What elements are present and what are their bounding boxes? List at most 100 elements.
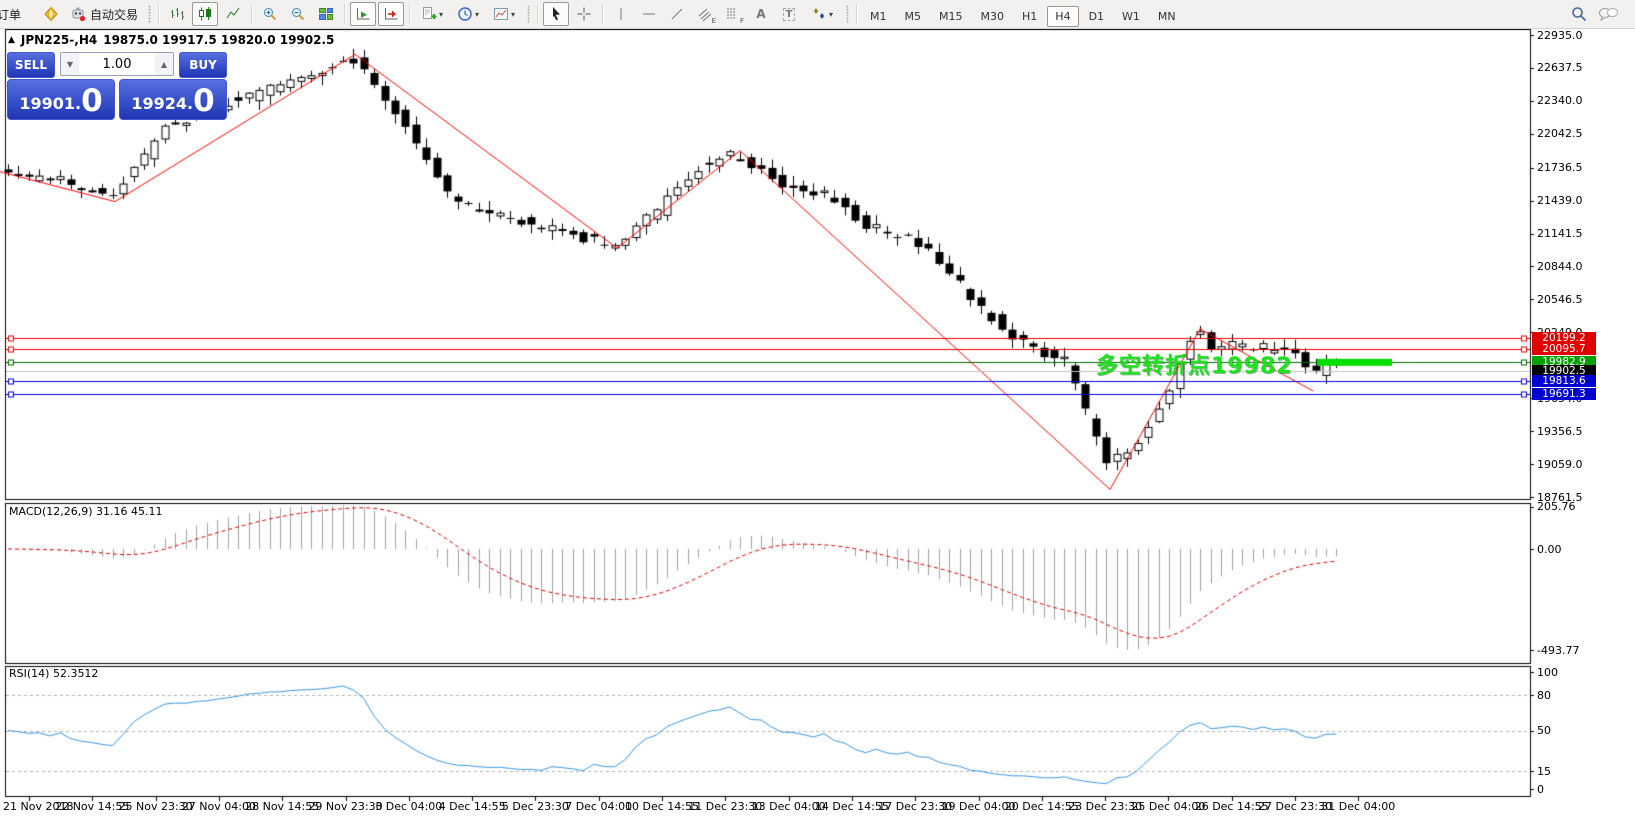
price-tick-label: 22042.5 <box>1537 127 1583 140</box>
rsi-tick-label: 15 <box>1537 765 1551 778</box>
chart-shift-icon[interactable] <box>378 2 404 26</box>
crosshair-icon[interactable] <box>571 2 597 26</box>
caret-down-icon: ▾ <box>829 10 833 19</box>
sell-price: 19901 <box>19 91 75 117</box>
chart-text-annotation[interactable]: 多空转折点19982 <box>1096 348 1293 380</box>
volume-value[interactable]: 1.00 <box>79 53 155 75</box>
price-tick-label: 20546.5 <box>1537 293 1583 306</box>
tile-windows-icon[interactable] <box>313 2 339 26</box>
timeframe-h4[interactable]: H4 <box>1047 6 1078 27</box>
rsi-tick-label: 0 <box>1537 783 1544 796</box>
date-tick-label: 31 Dec 04:00 <box>1321 800 1395 813</box>
equidistant-channel-tool-icon[interactable]: E <box>692 2 718 26</box>
label-tool-icon[interactable]: T <box>776 2 802 26</box>
price-tick-label: 19356.5 <box>1537 425 1583 438</box>
horizontal-line-tool-icon[interactable] <box>636 2 662 26</box>
chat-icon[interactable] <box>1594 2 1624 26</box>
timeframe-m15[interactable]: M15 <box>931 6 971 27</box>
chart-canvas[interactable] <box>0 0 1635 816</box>
main-toolbar: 订单 自动交易 ▾ ▾ ▾ E F A T ▾ M1M5M15M30H1H4D1… <box>0 0 1635 29</box>
text-tool-label: A <box>756 7 765 21</box>
timeframe-w1[interactable]: W1 <box>1114 6 1148 27</box>
ohlc-values: 19875.0 19917.5 19820.0 19902.5 <box>103 33 334 47</box>
chart-window-title: ▲ JPN225-,H4 19875.0 19917.5 19820.0 199… <box>8 33 334 47</box>
toolbar-separator <box>409 4 410 24</box>
arrows-tool-button[interactable]: ▾ <box>804 2 840 26</box>
price-tick-label: 21439.0 <box>1537 194 1583 207</box>
volume-increase-button[interactable]: ▲ <box>155 53 173 75</box>
toolbar-separator <box>344 4 345 24</box>
price-level-tag: 19813.6 <box>1532 375 1596 387</box>
cursor-icon[interactable] <box>543 2 569 26</box>
price-tick-label: 22935.0 <box>1537 29 1583 42</box>
buy-price-button[interactable]: 19924.0 <box>119 79 227 120</box>
buy-price: 19924 <box>131 91 187 117</box>
buy-button[interactable]: BUY <box>179 52 227 78</box>
bar-chart-icon[interactable] <box>164 2 190 26</box>
favorites-gem-icon[interactable] <box>38 2 64 26</box>
toolbar-grip <box>148 5 151 23</box>
date-tick-label: 4 Dec 14:55 <box>439 800 506 813</box>
toolbar-separator <box>537 4 538 24</box>
rsi-tick-label: 100 <box>1537 666 1558 679</box>
indicators-doc-icon <box>421 6 437 22</box>
macd-tick-label: 205.76 <box>1537 500 1576 513</box>
auto-scroll-icon[interactable] <box>350 2 376 26</box>
vertical-line-tool-icon[interactable] <box>608 2 634 26</box>
fibo-sub-label: F <box>740 17 744 25</box>
toolbar-grip <box>846 5 849 23</box>
indicators-button[interactable]: ▾ <box>415 2 449 26</box>
rsi-tick-label: 80 <box>1537 689 1551 702</box>
volume-stepper: ▼ 1.00 ▲ <box>60 52 174 76</box>
price-tick-label: 22637.5 <box>1537 61 1583 74</box>
timeframe-mn[interactable]: MN <box>1150 6 1184 27</box>
clock-icon <box>457 6 473 22</box>
timeframe-m30[interactable]: M30 <box>973 6 1013 27</box>
buy-price-big-digit: 0 <box>193 86 215 117</box>
search-icon[interactable] <box>1566 2 1592 26</box>
autotrading-button[interactable]: 自动交易 <box>65 2 143 26</box>
timeframe-d1[interactable]: D1 <box>1081 6 1112 27</box>
text-tool-icon[interactable]: A <box>748 2 774 26</box>
macd-tick-label: -493.77 <box>1537 644 1579 657</box>
price-tick-label: 21736.5 <box>1537 161 1583 174</box>
toolbar-grip <box>527 5 530 23</box>
sell-button[interactable]: SELL <box>7 52 55 78</box>
sell-price-button[interactable]: 19901.0 <box>7 79 115 120</box>
price-tick-label: 21141.5 <box>1537 227 1583 240</box>
caret-down-icon: ▾ <box>439 10 443 19</box>
robot-icon <box>70 6 86 22</box>
timeframe-m5[interactable]: M5 <box>897 6 930 27</box>
autotrading-label: 自动交易 <box>90 6 138 23</box>
timeframe-group: M1M5M15M30H1H4D1W1MN <box>861 5 1185 24</box>
periods-button[interactable]: ▾ <box>451 2 485 26</box>
toolbar-separator <box>158 4 159 24</box>
price-level-tag: 20095.7 <box>1532 343 1596 355</box>
toolbar-separator <box>602 4 603 24</box>
price-level-tag: 20199.2 <box>1532 332 1596 344</box>
fibonacci-tool-icon[interactable]: F <box>720 2 746 26</box>
date-tick-label: 5 Dec 23:30 <box>502 800 569 813</box>
toolbar-separator <box>856 4 857 24</box>
macd-tick-label: 0.00 <box>1537 543 1562 556</box>
timeframe-m1[interactable]: M1 <box>862 6 895 27</box>
price-tick-label: 19059.0 <box>1537 458 1583 471</box>
new-order-button[interactable]: 订单 <box>0 2 37 26</box>
zoom-out-icon[interactable] <box>285 2 311 26</box>
templates-button[interactable]: ▾ <box>487 2 521 26</box>
timeframe-h1[interactable]: H1 <box>1014 6 1045 27</box>
sell-price-big-digit: 0 <box>81 86 103 117</box>
trendline-tool-icon[interactable] <box>664 2 690 26</box>
candlestick-chart-icon[interactable] <box>192 2 218 26</box>
volume-decrease-button[interactable]: ▼ <box>61 53 79 75</box>
line-chart-icon[interactable] <box>220 2 246 26</box>
rsi-tick-label: 50 <box>1537 724 1551 737</box>
symbol-period-label: JPN225-,H4 <box>21 33 97 47</box>
rsi-indicator-label: RSI(14) 52.3512 <box>9 667 98 680</box>
channel-sub-label: E <box>712 17 716 25</box>
macd-indicator-label: MACD(12,26,9) 31.16 45.11 <box>9 505 163 518</box>
collapse-panel-icon[interactable]: ▲ <box>8 35 15 45</box>
new-order-label: 订单 <box>0 6 21 23</box>
arrows-icon <box>811 6 827 22</box>
zoom-in-icon[interactable] <box>257 2 283 26</box>
